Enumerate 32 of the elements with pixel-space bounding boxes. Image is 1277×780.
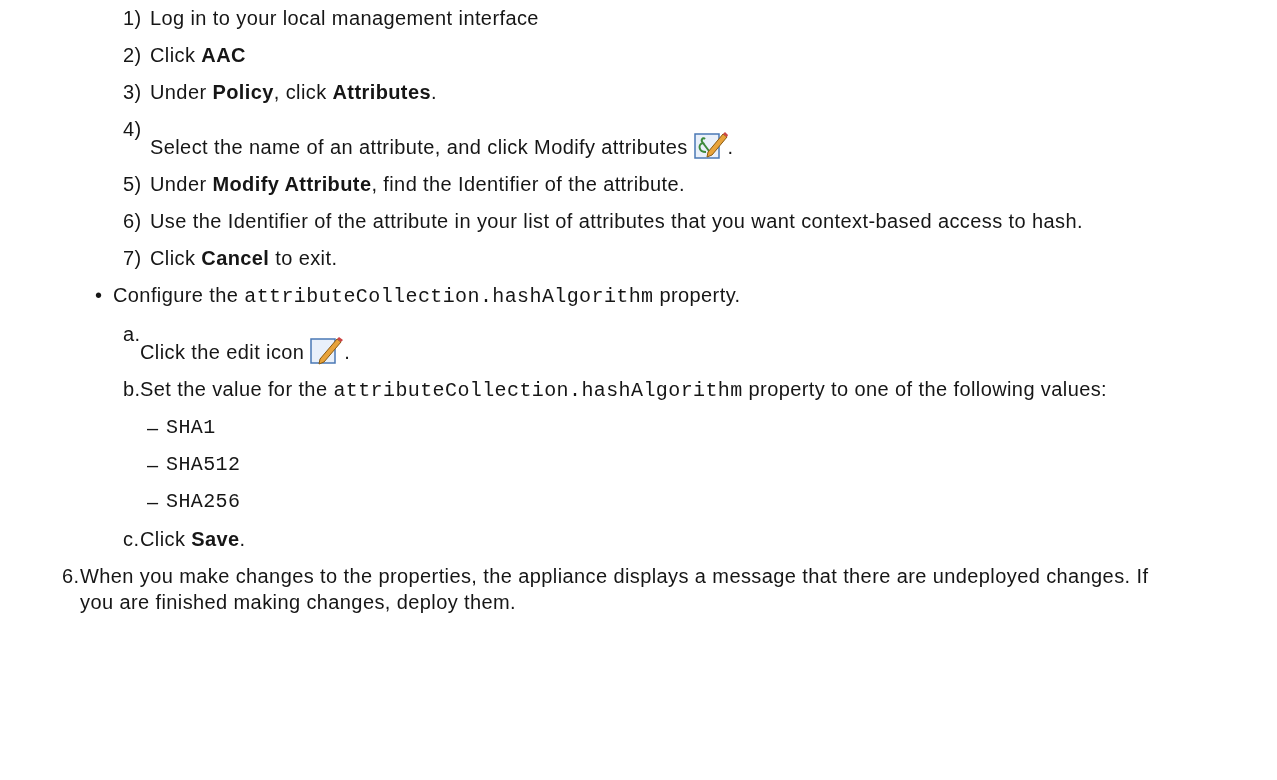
step-text: Under Modify Attribute, find the Identifier of the attribute. [150,172,685,197]
step-text: When you make changes to the properties, the appliance displays a message that there are undeployed changes. If you are finished making changes, deploy them. [80,564,1150,615]
step-letter: b. [123,377,140,402]
step-number: 7) [123,246,143,271]
step-number: 5) [123,172,143,197]
step-letter: a. [123,322,140,347]
step-text: Select the name of an attribute, and click Modify attributes . [150,130,734,160]
bullet-marker: • [95,283,104,308]
dash-marker: – [147,416,160,441]
dash-marker: – [147,490,160,515]
step-number: 3) [123,80,143,105]
step-number: 1) [123,6,143,31]
step-letter: c. [123,527,140,552]
step-text: Click Cancel to exit. [150,246,338,271]
step-number: 4) [123,117,143,142]
step-text: Click AAC [150,43,246,68]
step-text: Set the value for the attributeCollection.hashAlgorithm property to one of the following values: [140,377,1108,404]
step-number: 6. [62,564,80,589]
document-pencil-icon [310,335,345,365]
step-text: Under Policy, click Attributes. [150,80,437,105]
step-text: Use the Identifier of the attribute in your list of attributes that you want context-based access to hash. [150,209,1083,234]
document-pencil-icon [693,130,728,160]
step-text: Click Save. [140,527,246,552]
step-number: 6) [123,209,143,234]
step-number: 2) [123,43,143,68]
hash-value: SHA256 [166,489,241,515]
step-text: Click the edit icon . [140,335,351,365]
hash-value: SHA512 [166,452,241,478]
step-text: Configure the attributeCollection.hashAlgorithm property. [113,283,741,310]
hash-value: SHA1 [166,415,216,441]
step-text: Log in to your local management interface [150,6,539,31]
dash-marker: – [147,453,160,478]
